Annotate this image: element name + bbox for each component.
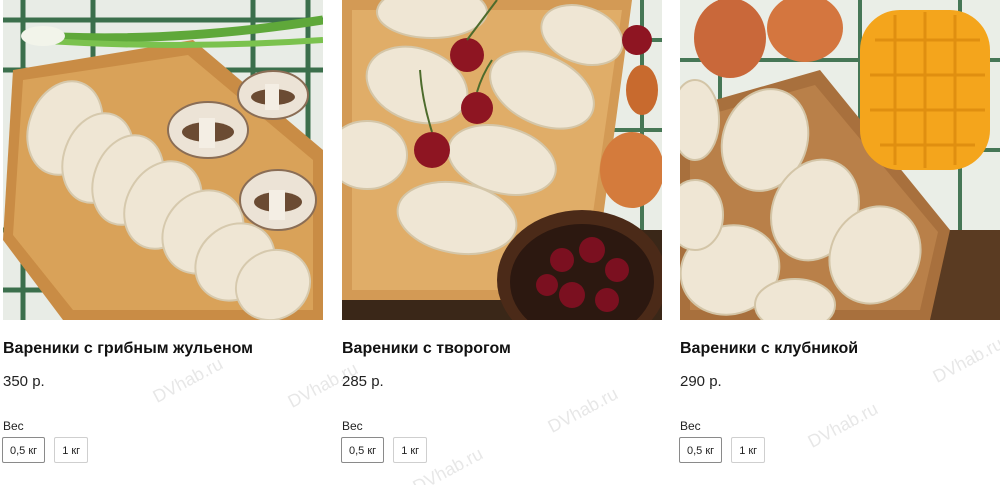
product-photo bbox=[680, 0, 1000, 320]
weight-label: Вес bbox=[680, 419, 701, 433]
product-image-strawberry-dumplings[interactable] bbox=[680, 0, 1000, 320]
weight-option-1kg[interactable]: 1 кг bbox=[54, 437, 89, 463]
product-card: Вареники с творогом 285 р. Вес 0,5 кг 1 … bbox=[339, 0, 662, 485]
product-image-mushroom-dumplings[interactable] bbox=[3, 0, 323, 320]
product-price: 290 р. bbox=[680, 373, 722, 390]
product-photo bbox=[3, 0, 323, 320]
product-grid: Вареники с грибным жульеном 350 р. Вес 0… bbox=[0, 0, 1000, 485]
product-photo bbox=[342, 0, 662, 320]
weight-option-1kg[interactable]: 1 кг bbox=[731, 437, 766, 463]
weight-option-1kg[interactable]: 1 кг bbox=[393, 437, 428, 463]
weight-option-0-5kg[interactable]: 0,5 кг bbox=[679, 437, 723, 463]
weight-label: Вес bbox=[342, 419, 363, 433]
product-card: Вареники с клубникой 290 р. Вес 0,5 кг 1… bbox=[677, 0, 1000, 485]
product-price: 285 р. bbox=[342, 373, 384, 390]
weight-label: Вес bbox=[3, 419, 24, 433]
product-price: 350 р. bbox=[3, 373, 45, 390]
product-image-cottage-cheese-dumplings[interactable] bbox=[342, 0, 662, 320]
weight-option-0-5kg[interactable]: 0,5 кг bbox=[2, 437, 46, 463]
product-title[interactable]: Вареники с клубникой bbox=[680, 340, 858, 358]
product-card: Вареники с грибным жульеном 350 р. Вес 0… bbox=[0, 0, 323, 485]
product-title[interactable]: Вареники с грибным жульеном bbox=[3, 340, 253, 358]
weight-options: 0,5 кг 1 кг bbox=[679, 437, 766, 463]
weight-option-0-5kg[interactable]: 0,5 кг bbox=[341, 437, 385, 463]
product-title[interactable]: Вареники с творогом bbox=[342, 340, 511, 358]
weight-options: 0,5 кг 1 кг bbox=[2, 437, 89, 463]
weight-options: 0,5 кг 1 кг bbox=[341, 437, 428, 463]
